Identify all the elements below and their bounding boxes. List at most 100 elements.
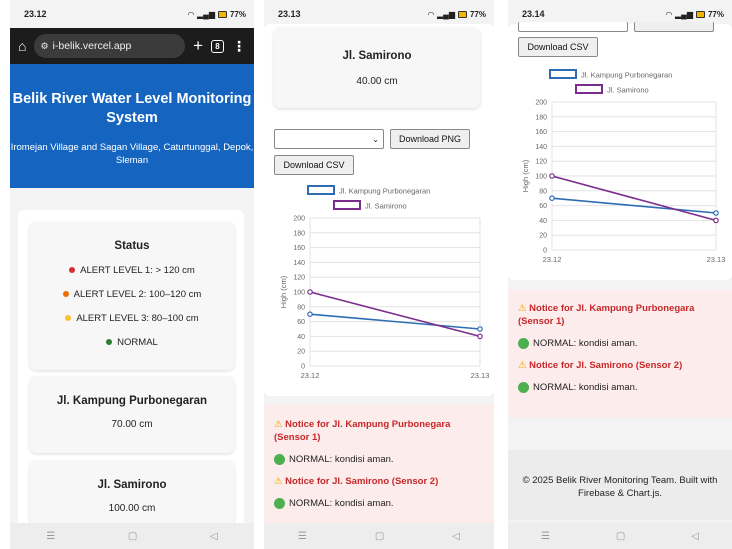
page-footer: © 2025 Belik River Monitoring Team. Buil…: [508, 450, 732, 520]
page-title: Belik River Water Level Monitoring Syste…: [12, 91, 252, 126]
x-tick-label: 23.13: [707, 255, 726, 264]
notice-title-sensor-1: ⚠ Notice for Jl. Kampung Purbonegara (Se…: [274, 419, 451, 443]
legend-label: Jl. Samirono: [365, 202, 407, 211]
y-tick-label: 120: [535, 159, 547, 166]
green-circle-icon: [274, 498, 285, 509]
water-level-chart: Jl. Kampung Purbonegaran Jl. Samirono 0 20 4…: [279, 185, 490, 380]
recent-apps-icon[interactable]: ☰: [298, 531, 307, 542]
back-icon[interactable]: ◁: [210, 531, 218, 542]
back-icon[interactable]: ◁: [691, 531, 699, 542]
legend-swatch: [333, 200, 361, 210]
plus-icon[interactable]: +: [193, 36, 203, 56]
y-tick-label: 60: [297, 319, 305, 326]
warning-icon: ⚠: [518, 360, 527, 371]
sensor-select[interactable]: [518, 22, 628, 32]
sensor-name: Jl. Samirono: [97, 479, 167, 491]
screen-3: 23.14 ◠ ▂▄▆ 77% Download CSV Jl. Kampung…: [508, 0, 732, 549]
system-nav-bar: ☰ ▢ ◁: [264, 523, 494, 549]
y-tick-label: 180: [535, 114, 547, 121]
y-tick-label: 0: [543, 248, 547, 255]
y-tick-label: 140: [535, 144, 547, 151]
signal-icon: ▂▄▆: [675, 9, 693, 19]
recent-apps-icon[interactable]: ☰: [46, 531, 55, 542]
warning-icon: ⚠: [274, 419, 283, 430]
status-item-alert-3: ALERT LEVEL 3: 80–100 cm: [30, 306, 234, 330]
home-circle-icon[interactable]: ▢: [375, 531, 384, 542]
wifi-icon: ◠: [187, 9, 194, 19]
tab-switcher-button[interactable]: 8: [211, 39, 224, 53]
sensor-value: 100.00 cm: [108, 503, 156, 514]
y-tick-label: 20: [539, 233, 547, 240]
download-png-button[interactable]: [634, 22, 714, 32]
notice-status-sensor-2: NORMAL: kondisi aman.: [518, 382, 722, 393]
data-point: [477, 326, 483, 332]
download-csv-button[interactable]: Download CSV: [274, 155, 354, 175]
sensor-value: 40.00 cm: [356, 76, 398, 87]
sensor-select[interactable]: ⌄: [274, 129, 384, 149]
notice-status-sensor-2: NORMAL: kondisi aman.: [274, 498, 484, 509]
legend-swatch: [307, 185, 335, 195]
status-card: Status ALERT LEVEL 1: > 120 cm ALERT LEV…: [30, 222, 234, 370]
footer-text: © 2025 Belik River Monitoring Team. Buil…: [522, 475, 718, 499]
wifi-icon: ◠: [427, 9, 434, 19]
notice-status-sensor-1: NORMAL: kondisi aman.: [518, 338, 722, 349]
legend-swatch: [549, 69, 577, 79]
y-tick-label: 80: [539, 188, 547, 195]
y-tick-label: 40: [539, 218, 547, 225]
green-dot-icon: [106, 339, 113, 345]
page-header: Belik River Water Level Monitoring Syste…: [10, 64, 254, 188]
system-nav-bar: ☰ ▢ ◁: [10, 523, 254, 549]
water-level-chart: Jl. Kampung Purbonegaran Jl. Samirono 0 20 4…: [521, 69, 726, 264]
y-tick-label: 200: [293, 216, 305, 223]
y-tick-label: 40: [297, 334, 305, 341]
x-tick-label: 23.12: [301, 371, 320, 380]
battery-icon: [217, 10, 227, 18]
y-tick-label: 200: [535, 100, 547, 107]
y-tick-label: 120: [293, 275, 305, 282]
series-line: [551, 175, 717, 222]
y-tick-label: 160: [293, 245, 305, 252]
y-tick-label: 160: [535, 129, 547, 136]
legend-swatch: [575, 84, 603, 94]
data-point: [549, 195, 555, 202]
clock: 23.12: [24, 9, 47, 19]
download-png-button[interactable]: Download PNG: [390, 129, 470, 149]
data-point: [477, 333, 483, 340]
home-circle-icon[interactable]: ▢: [128, 531, 137, 542]
y-tick-label: 20: [297, 349, 305, 356]
notice-title-sensor-1: ⚠ Notice for Jl. Kampung Purbonegara (Se…: [518, 303, 695, 327]
x-tick-label: 23.12: [543, 255, 562, 264]
battery-level: 77%: [707, 9, 724, 19]
home-icon[interactable]: ⌂: [18, 38, 26, 54]
green-circle-icon: [518, 382, 529, 393]
signal-icon: ▂▄▆: [437, 9, 455, 19]
status-item-alert-1: ALERT LEVEL 1: > 120 cm: [30, 258, 234, 282]
home-circle-icon[interactable]: ▢: [616, 531, 625, 542]
status-bar: 23.12 ◠ ▂▄▆ 77%: [10, 0, 254, 28]
url-field[interactable]: ⚙ i-belik.vercel.app: [34, 34, 186, 58]
sensor-card-samirono: Jl. Samirono 40.00 cm: [274, 28, 480, 108]
sensor-value: 70.00 cm: [111, 419, 153, 430]
download-csv-button[interactable]: Download CSV: [518, 37, 598, 57]
url-text: i-belik.vercel.app: [52, 40, 132, 52]
data-point: [307, 289, 313, 295]
battery-level: 77%: [469, 9, 486, 19]
data-point: [307, 311, 313, 318]
site-settings-icon[interactable]: ⚙: [40, 41, 48, 52]
orange-dot-icon: [62, 291, 69, 297]
status-item-normal: NORMAL: [30, 330, 234, 354]
signal-icon: ▂▄▆: [197, 9, 215, 19]
y-tick-label: 60: [539, 203, 547, 210]
notice-title-sensor-2: ⚠ Notice for Jl. Samirono (Sensor 2): [274, 476, 439, 487]
clock: 23.13: [278, 9, 301, 19]
recent-apps-icon[interactable]: ☰: [541, 531, 550, 542]
back-icon[interactable]: ◁: [452, 531, 460, 542]
x-tick-label: 23.13: [471, 371, 490, 380]
sensor-card-purbonegaran: Jl. Kampung Purbonegaran 70.00 cm: [30, 377, 234, 453]
page-subtitle: Iromejan Village and Sagan Village, Catu…: [10, 142, 254, 166]
sensor-name: Jl. Samirono: [342, 50, 412, 62]
battery-level: 77%: [229, 9, 246, 19]
green-circle-icon: [274, 454, 285, 465]
more-vert-icon[interactable]: ⋮: [232, 38, 246, 55]
chevron-down-icon: ⌄: [372, 134, 379, 144]
